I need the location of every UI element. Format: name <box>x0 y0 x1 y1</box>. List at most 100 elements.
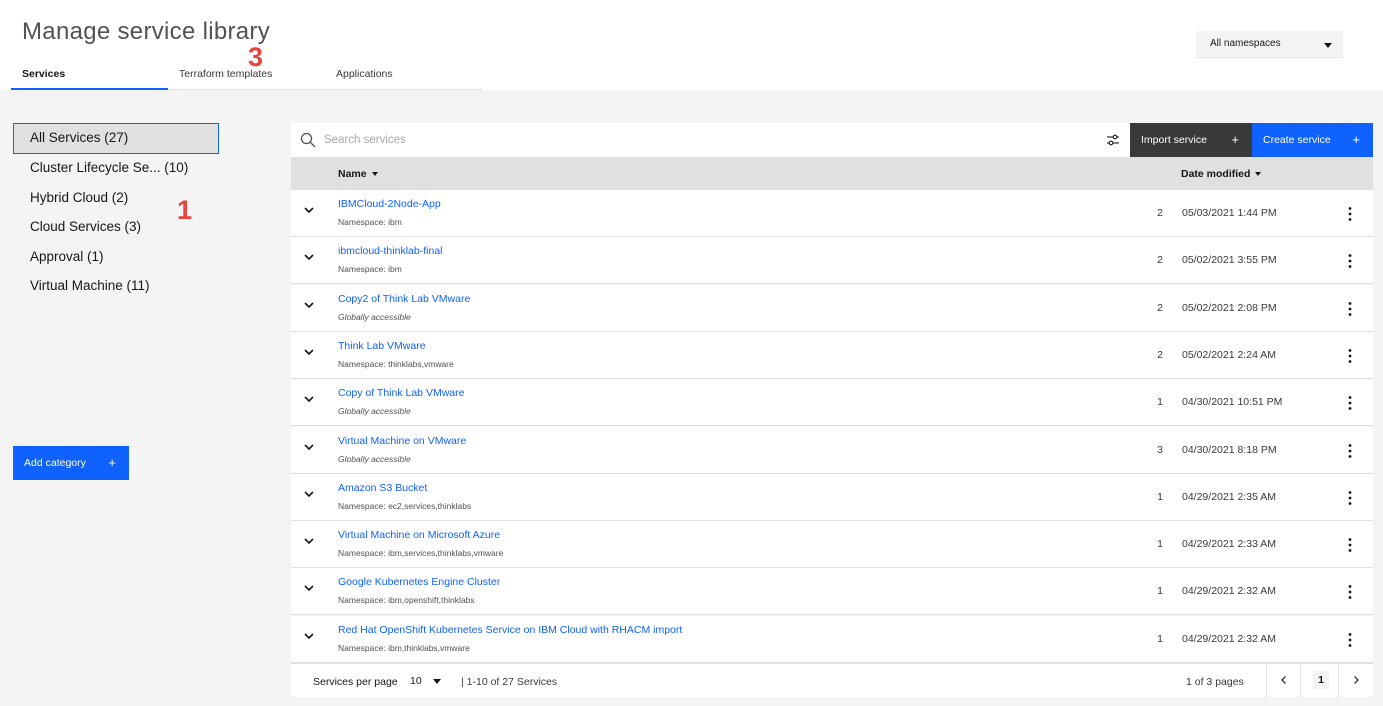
chevron-down-icon[interactable] <box>302 534 316 548</box>
category-approval[interactable]: Approval (1) <box>13 242 219 273</box>
service-date-modified: 05/02/2021 3:55 PM <box>1182 254 1277 267</box>
service-name-link[interactable]: Think Lab VMware <box>338 340 426 352</box>
service-name-link[interactable]: IBMCloud-2Node-App <box>338 198 441 210</box>
table-row: Virtual Machine on VMware Globally access… <box>291 426 1373 474</box>
overflow-menu-icon[interactable] <box>1341 300 1359 318</box>
page-header: Manage service library Services Terrafor… <box>0 0 1383 90</box>
service-date-modified: 05/03/2021 1:44 PM <box>1182 207 1277 219</box>
chevron-down-icon[interactable] <box>302 392 316 406</box>
service-name-link[interactable]: Amazon S3 Bucket <box>338 482 427 494</box>
table-row: ibmcloud-thinklab-final Namespace: ibm 2 05… <box>291 237 1373 285</box>
pagination-bar: Services per page 10 | 1-10 of 27 Servic… <box>291 663 1373 697</box>
add-category-button[interactable]: Add category + <box>13 446 129 480</box>
page-title: Manage service library <box>22 18 271 45</box>
service-name-link[interactable]: ibmcloud-thinklab-final <box>338 245 442 257</box>
create-service-button[interactable]: Create service + <box>1252 123 1373 157</box>
chevron-down-icon <box>1324 43 1332 48</box>
column-header-name-label: Name <box>338 168 367 180</box>
service-namespace: Namespace: ec2,services,thinklabs <box>338 500 472 511</box>
service-version-count: 2 <box>1157 207 1163 219</box>
chevron-down-icon[interactable] <box>302 487 316 501</box>
overflow-menu-icon[interactable] <box>1341 536 1359 554</box>
overflow-menu-icon[interactable] <box>1341 252 1359 270</box>
main-content: All Services (27) Cluster Lifecycle Se..… <box>0 90 1383 706</box>
service-version-count: 1 <box>1157 396 1163 409</box>
service-name-link[interactable]: Virtual Machine on VMware <box>338 435 466 447</box>
service-name-link[interactable]: Virtual Machine on Microsoft Azure <box>338 529 500 541</box>
overflow-menu-icon[interactable] <box>1341 394 1359 412</box>
service-namespace: Namespace: ibm,thinklabs,vmware <box>338 642 470 653</box>
column-header-date-modified[interactable]: Date modified <box>1181 168 1262 180</box>
overflow-menu-icon[interactable] <box>1341 583 1359 601</box>
previous-page-button[interactable] <box>1266 664 1300 697</box>
tab-applications[interactable]: Applications <box>336 68 393 80</box>
category-all-services[interactable]: All Services (27) <box>13 123 219 154</box>
chevron-down-icon[interactable] <box>302 250 316 264</box>
table-toolbar: Import service + Create service + <box>291 123 1373 157</box>
plus-icon: + <box>1231 132 1239 147</box>
category-cluster-lifecycle[interactable]: Cluster Lifecycle Se... (10) <box>13 153 219 184</box>
chevron-down-icon[interactable] <box>302 440 316 454</box>
service-date-modified: 04/29/2021 2:32 AM <box>1182 632 1276 645</box>
column-header-name[interactable]: Name <box>338 168 378 180</box>
table-row: Red Hat OpenShift Kubernetes Service on … <box>291 615 1373 663</box>
overflow-menu-icon[interactable] <box>1341 347 1359 365</box>
overflow-menu-icon[interactable] <box>1341 489 1359 507</box>
annotation-3: 3 <box>248 42 264 72</box>
service-namespace: Namespace: ibm,services,thinklabs,vmware <box>338 548 504 559</box>
service-name-link[interactable]: Google Kubernetes Engine Cluster <box>338 576 500 588</box>
items-per-page-label: Services per page <box>313 676 398 688</box>
chevron-down-icon[interactable] <box>302 629 316 643</box>
service-date-modified: 04/29/2021 2:33 AM <box>1182 538 1276 551</box>
service-namespace: Globally accessible <box>338 311 411 322</box>
pagination-range: | 1-10 of 27 Services <box>461 676 558 688</box>
table-row: Amazon S3 Bucket Namespace: ec2,services,… <box>291 473 1373 521</box>
table-row: IBMCloud-2Node-App Namespace: ibm 2 05/03/2… <box>291 190 1373 237</box>
overflow-menu-icon[interactable] <box>1341 205 1359 223</box>
sliders-icon[interactable] <box>1105 132 1121 148</box>
service-version-count: 3 <box>1157 443 1163 456</box>
search-icon <box>300 132 316 148</box>
service-version-count: 1 <box>1157 490 1163 503</box>
search-input[interactable] <box>324 123 1104 157</box>
service-namespace: Namespace: ibm,openshift,thinklabs <box>338 595 475 606</box>
table-row: Think Lab VMware Namespace: thinklabs,vmw… <box>291 331 1373 379</box>
service-name-link[interactable]: Red Hat OpenShift Kubernetes Service on … <box>338 624 682 636</box>
service-namespace: Namespace: thinklabs,vmware <box>338 358 454 369</box>
service-namespace: Namespace: ibm <box>338 217 402 227</box>
chevron-down-icon <box>433 679 441 684</box>
current-page-number: 1 <box>1313 671 1329 689</box>
page-number-button[interactable]: 1 <box>1300 664 1338 697</box>
service-version-count: 1 <box>1157 632 1163 645</box>
overflow-menu-icon[interactable] <box>1341 631 1359 649</box>
table-header: Name Date modified <box>291 157 1373 190</box>
chevron-down-icon[interactable] <box>302 298 316 312</box>
plus-icon: + <box>1352 132 1360 147</box>
service-name-link[interactable]: Copy of Think Lab VMware <box>338 387 464 399</box>
tab-bar: Services Terraform templates Application… <box>11 62 483 90</box>
overflow-menu-icon[interactable] <box>1341 442 1359 460</box>
service-date-modified: 04/30/2021 8:18 PM <box>1182 443 1277 456</box>
service-date-modified: 04/30/2021 10:51 PM <box>1182 396 1283 409</box>
items-per-page-select[interactable]: 10 <box>402 664 446 697</box>
namespace-dropdown[interactable]: All namespaces <box>1196 31 1343 58</box>
service-name-link[interactable]: Copy2 of Think Lab VMware <box>338 293 470 305</box>
add-category-label: Add category <box>24 457 86 469</box>
service-date-modified: 05/02/2021 2:24 AM <box>1182 348 1276 361</box>
sort-down-icon <box>371 172 378 176</box>
chevron-down-icon[interactable] <box>302 581 316 595</box>
chevron-down-icon[interactable] <box>302 203 316 217</box>
plus-icon: + <box>108 455 116 470</box>
service-namespace: Namespace: ibm <box>338 264 402 275</box>
sort-down-icon <box>1255 172 1262 176</box>
service-date-modified: 05/02/2021 2:08 PM <box>1182 301 1277 314</box>
items-per-page-value: 10 <box>410 675 422 687</box>
next-page-button[interactable] <box>1338 664 1373 697</box>
chevron-down-icon[interactable] <box>302 345 316 359</box>
chevron-right-icon <box>1354 676 1359 684</box>
table-row: Copy of Think Lab VMware Globally accessi… <box>291 379 1373 427</box>
tab-services[interactable]: Services <box>22 68 65 80</box>
category-virtual-machine[interactable]: Virtual Machine (11) <box>13 271 219 302</box>
service-version-count: 2 <box>1157 254 1163 267</box>
import-service-button[interactable]: Import service + <box>1130 123 1252 157</box>
